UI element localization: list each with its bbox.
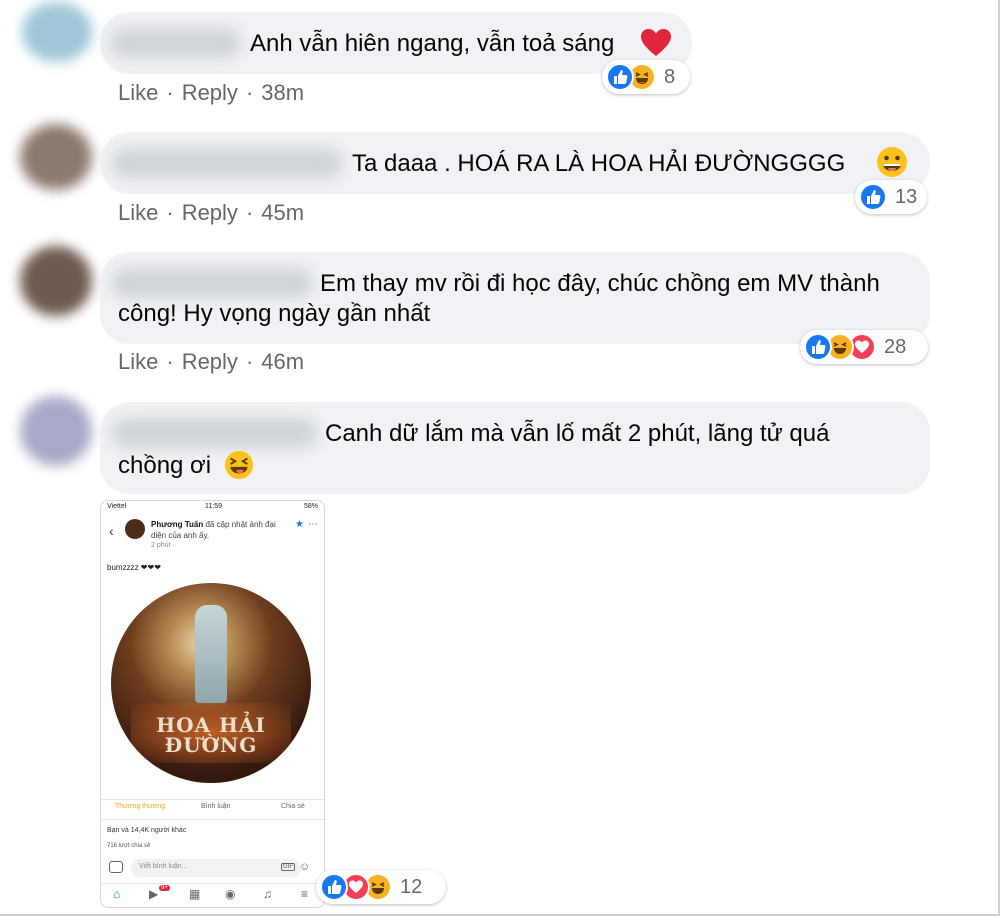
comment-actions: Like · Reply · 38m [118,80,304,106]
like-link[interactable]: Like [118,80,158,106]
reaction-count: 13 [895,185,918,208]
comment-actions: Like · Reply · 45m [118,200,304,226]
reaction-summary[interactable]: 8 [602,60,690,94]
separator-dot: · [245,200,254,225]
comment-text-line: Canh dữ lắm mà vẫn lố mất 2 phút, lãng t… [325,420,830,447]
more-icon: ⋯ [308,519,318,530]
like-reaction-icon [606,63,634,91]
reply-link[interactable]: Reply [182,80,238,106]
commenter-name-blurred[interactable] [112,268,312,298]
reaction-count: 12 [400,875,423,898]
comment-text-line: công! Hy vọng ngày gần nhất [118,300,431,327]
separator-dot: · [245,80,254,105]
comment-time[interactable]: 45m [261,200,304,226]
reaction-count: 8 [664,65,676,88]
like-reaction-icon [804,333,832,361]
commenter-avatar[interactable] [20,246,92,316]
separator-dot: · [166,349,174,374]
artwork-title-line: ĐƯỜNG [164,733,258,757]
reaction-count: 28 [884,335,907,358]
divider [101,799,324,800]
phone-bottom-nav: ⌂ ▶ 9+ ▦ ◉ ♫ ≡ [101,885,324,907]
home-icon: ⌂ [113,887,121,901]
profile-photo-artwork: HOA HẢI ĐƯỜNG [111,583,311,783]
menu-icon: ≡ [301,887,309,901]
share-action-label: Chia sẻ [281,803,305,810]
reaction-summary[interactable]: 28 [800,330,928,364]
carrier-label: Viettel [107,503,127,510]
camera-icon [109,861,123,873]
commenter-avatar[interactable] [20,124,92,190]
comment-time[interactable]: 38m [261,80,304,106]
phone-status-bar: Viettel 11:59 58% [107,503,318,513]
poster-avatar [125,519,145,539]
artwork-figure [195,605,227,703]
marketplace-icon: ▦ [189,887,201,901]
like-link[interactable]: Like [118,200,158,226]
back-icon: ‹ [109,523,114,539]
reaction-summary[interactable]: 13 [855,180,927,214]
divider [101,883,324,884]
commenter-avatar[interactable] [22,2,92,62]
post-caption: bumzzzz ❤❤❤ [107,563,161,572]
reaction-summary[interactable]: 12 [316,870,446,904]
grinning-tongue-icon [877,147,907,177]
reply-link[interactable]: Reply [182,200,238,226]
smiley-icon: ☺ [299,861,311,873]
comment-text-line: Em thay mv rồi đi học đây, chúc chồng em… [320,270,880,297]
separator-dot: · [166,200,174,225]
commenter-avatar[interactable] [20,396,92,466]
separator-dot: · [166,80,174,105]
divider [101,819,324,820]
commenter-name-blurred[interactable] [112,148,342,178]
comment-action-label: Bình luận [201,803,231,810]
groups-icon: ◉ [225,887,236,901]
post-time: 2 phút · [151,542,175,549]
star-icon: ★ [295,519,304,530]
separator-dot: · [245,349,254,374]
like-reaction-icon [320,873,348,901]
post-action-bar: Thương thương Bình luận Chia sẻ [101,803,324,819]
commenter-name-blurred[interactable] [112,418,317,448]
notification-badge: 9+ [159,885,170,891]
comment-text-line: chồng ơi [118,452,212,479]
comment-text: Anh vẫn hiên ngang, vẫn toả sáng [250,30,615,57]
clock-label: 11:59 [205,503,222,510]
care-react-label: Thương thương [115,803,166,810]
gif-icon: GIF [281,863,295,871]
like-reaction-icon [859,183,887,211]
comment-actions: Like · Reply · 46m [118,349,304,375]
shares-summary: 716 lượt chia sẻ [107,843,151,849]
bell-icon: ♫ [263,887,272,901]
comment-input: Viết bình luận... [131,859,301,877]
commenter-name-blurred[interactable] [110,28,240,58]
reply-link[interactable]: Reply [182,349,238,375]
attached-screenshot[interactable]: Viettel 11:59 58% ‹ Phương Tuấn đã cập n… [100,500,325,908]
comments-panel: Anh vẫn hiên ngang, vẫn toả sáng 8 Like ·… [0,0,1000,916]
artwork-title-line: HOA HẢI [156,713,266,737]
poster-name: Phương Tuấn [151,520,204,529]
post-header: Phương Tuấn đã cập nhật ảnh đại diện của… [151,519,291,541]
comment-time[interactable]: 46m [261,349,304,375]
battery-label: 58% [303,503,318,510]
like-link[interactable]: Like [118,349,158,375]
artwork-title: HOA HẢI ĐƯỜNG [111,715,311,755]
comment-text: Ta daaa . HOÁ RA LÀ HOA HẢI ĐƯỜNGGGG [352,150,846,177]
video-icon: ▶ [149,887,159,901]
squinting-tongue-icon [224,450,254,480]
likes-summary: Bạn và 14,4K người khác [107,827,187,834]
red-heart-icon [641,29,671,56]
